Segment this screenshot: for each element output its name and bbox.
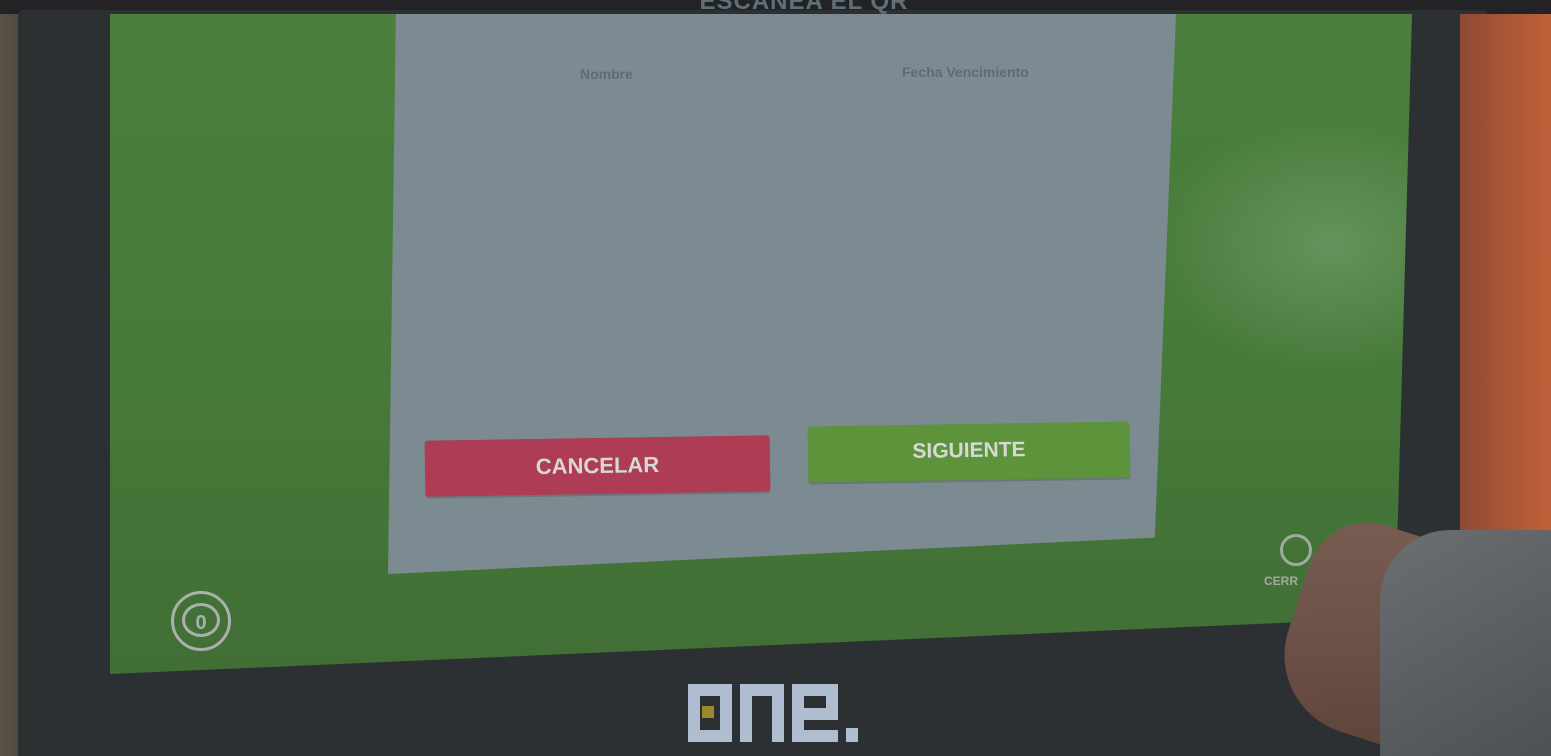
one-logo-icon <box>688 684 858 742</box>
close-label[interactable]: CERR <box>1264 574 1298 588</box>
column-header-expiry-date: Fecha Vencimiento <box>902 64 1029 80</box>
user-sleeve <box>1380 530 1551 756</box>
close-icon[interactable] <box>1280 534 1312 566</box>
dialog-title: ESCANEA EL QR <box>699 0 909 15</box>
cart-count: 0 <box>182 603 220 637</box>
cancel-button[interactable]: CANCELAR <box>424 435 771 497</box>
kiosk-photo: ESCANEA EL QR Nombre Fecha Vencimiento C… <box>0 0 1551 756</box>
kiosk-side-panel <box>1460 14 1551 614</box>
next-button[interactable]: SIGUIENTE <box>807 421 1131 483</box>
column-header-name: Nombre <box>580 66 633 82</box>
